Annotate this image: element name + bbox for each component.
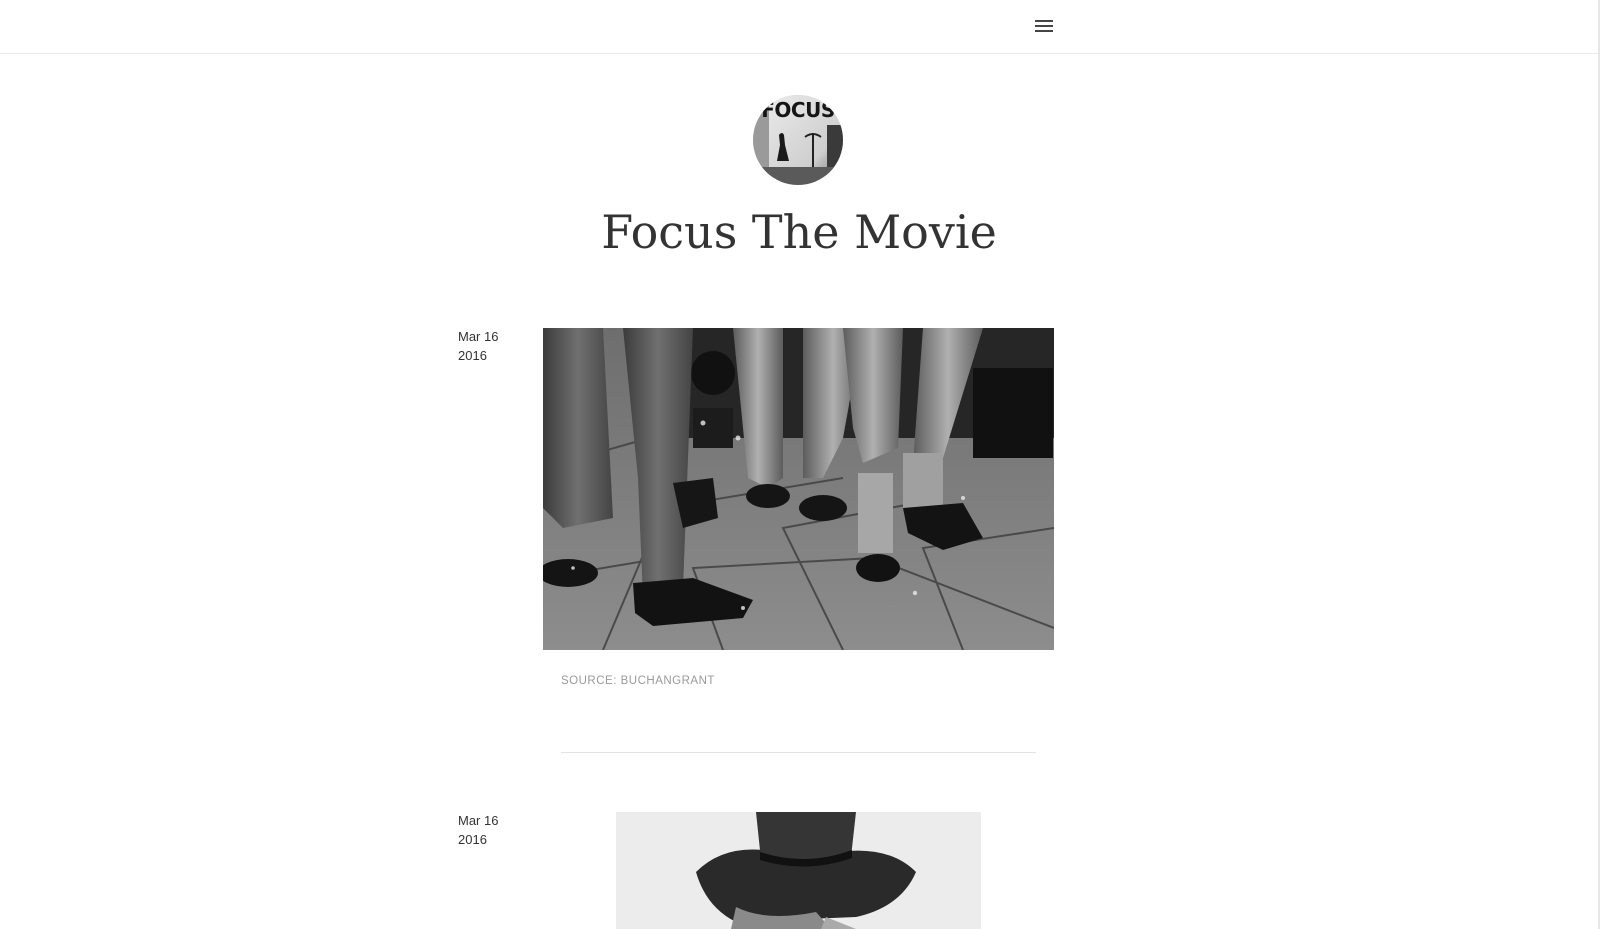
hamburger-menu-icon[interactable] (1034, 17, 1054, 35)
post-date[interactable]: Mar 16 2016 (458, 811, 498, 849)
post-date-year: 2016 (458, 832, 487, 847)
post-date-day: Mar 16 (458, 329, 499, 344)
avatar-logo-text: FOCUS (761, 98, 835, 122)
street-shoes-photo (543, 328, 1054, 650)
post-photo[interactable] (616, 812, 981, 929)
post-date-year: 2016 (458, 348, 487, 363)
blog-title[interactable]: Focus The Movie (400, 205, 1198, 259)
woman-hat-photo (616, 812, 981, 929)
post-source: SOURCE: BUCHANGRANT (561, 675, 715, 687)
source-label: SOURCE: (561, 675, 617, 687)
blog-avatar[interactable]: FOCUS (753, 95, 843, 185)
post-divider (561, 752, 1036, 753)
post-photo[interactable] (543, 328, 1054, 650)
post-date[interactable]: Mar 16 2016 (458, 327, 498, 365)
post-date-day: Mar 16 (458, 813, 499, 828)
top-nav-bar (0, 0, 1598, 54)
source-link[interactable]: BUCHANGRANT (621, 675, 715, 687)
